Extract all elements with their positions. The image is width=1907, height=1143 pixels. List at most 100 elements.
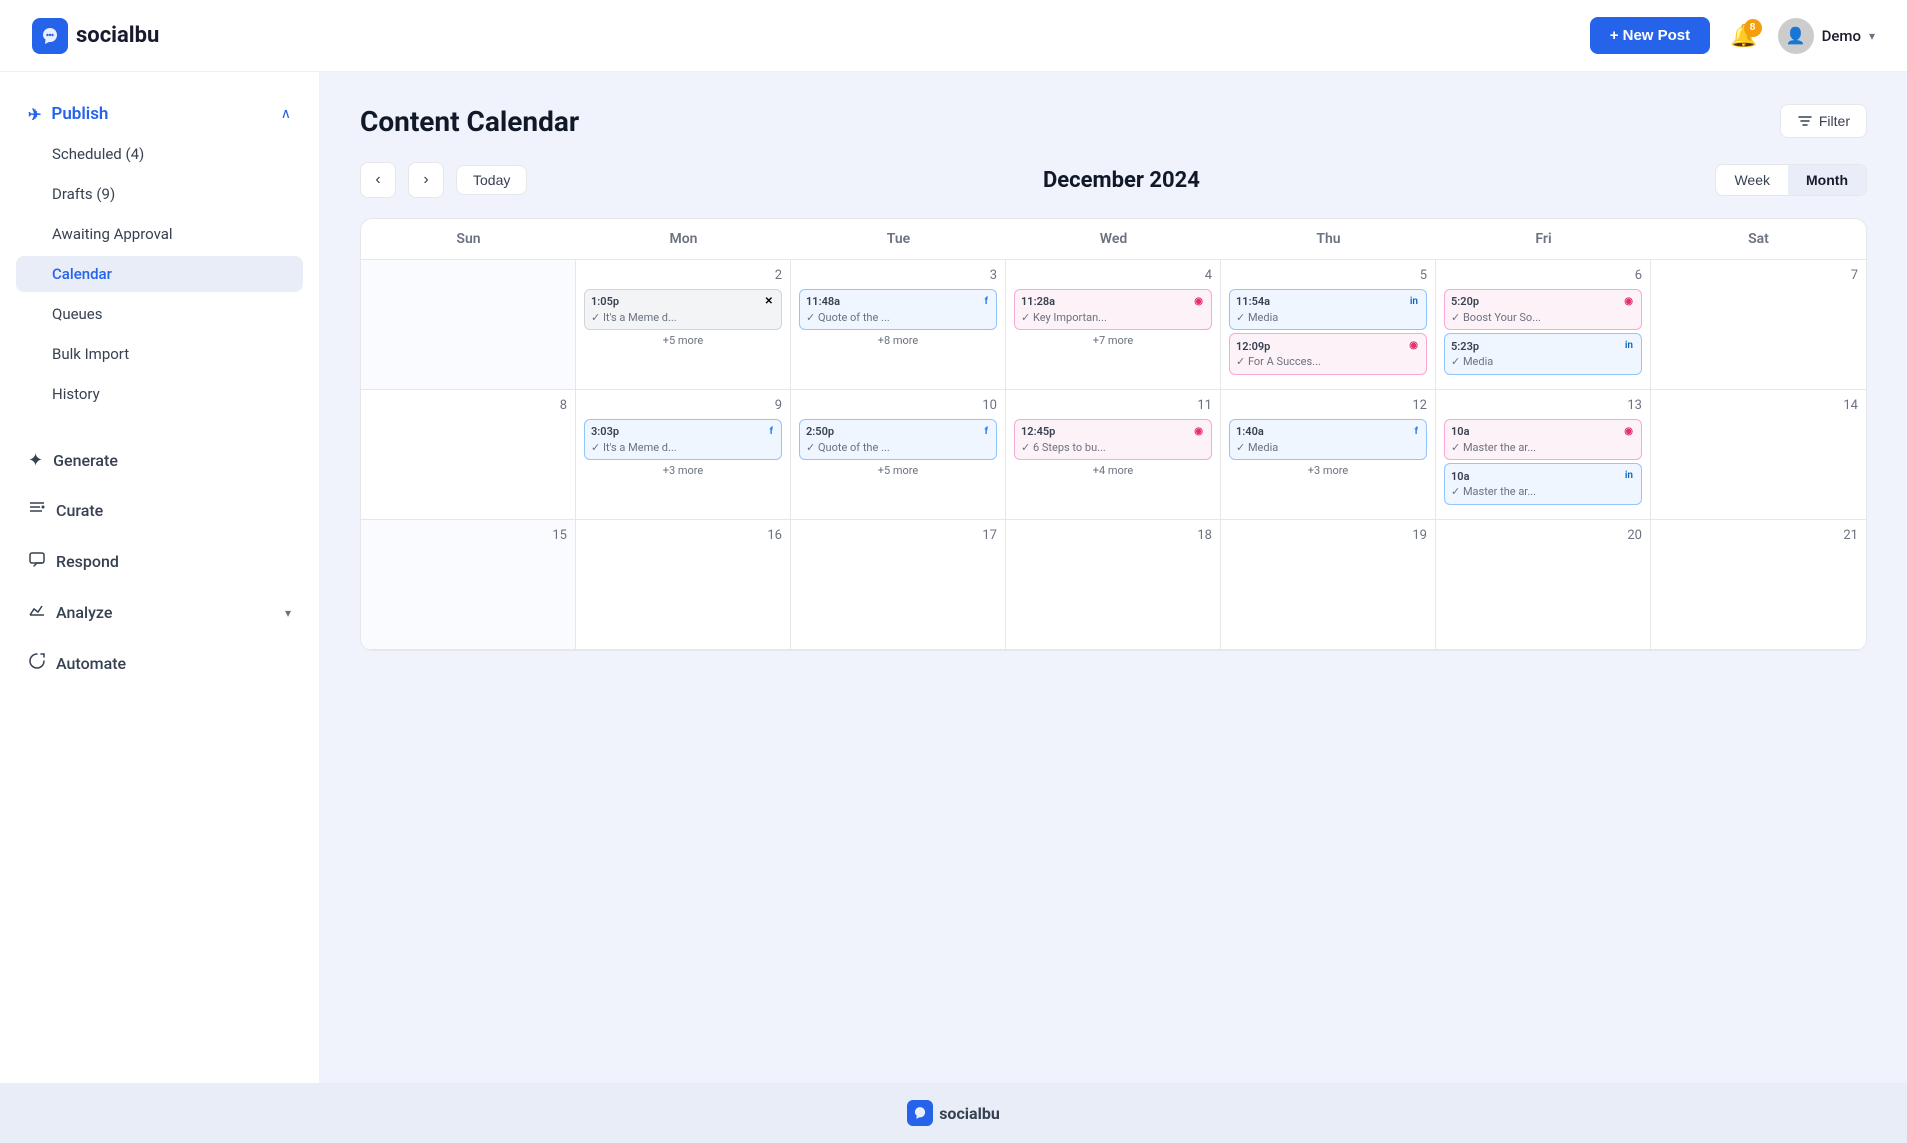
month-view-button[interactable]: Month: [1788, 165, 1866, 195]
calendar-day-12[interactable]: 12 1:40a f ✓ Media +3 more: [1221, 390, 1436, 520]
calendar-day-11[interactable]: 11 12:45p ◉ ✓ 6 Steps to bu... +4 more: [1006, 390, 1221, 520]
event-time: 5:20p ◉: [1451, 294, 1635, 310]
event-card[interactable]: 5:20p ◉ ✓ Boost Your So...: [1444, 289, 1642, 330]
more-events-link[interactable]: +5 more: [584, 334, 782, 347]
calendar-day-16[interactable]: 16: [576, 520, 791, 650]
sidebar-item-label: Scheduled (4): [52, 145, 144, 163]
calendar-day-6[interactable]: 6 5:20p ◉ ✓ Boost Your So... 5:23p in: [1436, 260, 1651, 390]
day-header-mon: Mon: [576, 219, 791, 259]
event-card[interactable]: 10a ◉ ✓ Master the ar...: [1444, 419, 1642, 460]
day-header-tue: Tue: [791, 219, 1006, 259]
more-events-link[interactable]: +7 more: [1014, 334, 1212, 347]
event-card[interactable]: 2:50p f ✓ Quote of the ...: [799, 419, 997, 460]
sidebar-item-awaiting-approval[interactable]: Awaiting Approval: [16, 216, 303, 252]
sidebar-item-generate[interactable]: ✦ Generate: [16, 440, 303, 481]
user-menu[interactable]: 👤 Demo ▾: [1778, 18, 1875, 54]
prev-month-button[interactable]: ‹: [360, 162, 396, 198]
sidebar-item-bulk-import[interactable]: Bulk Import: [16, 336, 303, 372]
sidebar-item-curate[interactable]: Curate: [16, 489, 303, 532]
sidebar-nav-label: Respond: [56, 552, 119, 571]
footer-logo-icon: [907, 1100, 933, 1126]
sidebar-item-queues[interactable]: Queues: [16, 296, 303, 332]
calendar-day-empty-row3[interactable]: 15: [361, 520, 576, 650]
day-number: 19: [1229, 528, 1427, 543]
calendar-day-3[interactable]: 3 11:48a f ✓ Quote of the ... +8 more: [791, 260, 1006, 390]
instagram-icon: ◉: [1407, 338, 1420, 354]
instagram-icon: ◉: [1622, 294, 1635, 310]
calendar-day-empty[interactable]: [361, 260, 576, 390]
page-title: Content Calendar: [360, 105, 579, 138]
calendar-day-19[interactable]: 19: [1221, 520, 1436, 650]
event-card[interactable]: 1:40a f ✓ Media: [1229, 419, 1427, 460]
day-number: 15: [369, 528, 567, 543]
day-number: 7: [1659, 268, 1858, 283]
next-month-button[interactable]: ›: [408, 162, 444, 198]
x-icon: ✕: [763, 294, 775, 310]
calendar-day-2[interactable]: 2 1:05p ✕ ✓ It's a Meme d... +5 more: [576, 260, 791, 390]
event-card[interactable]: 1:05p ✕ ✓ It's a Meme d...: [584, 289, 782, 330]
day-number: 2: [584, 268, 782, 283]
calendar-day-18[interactable]: 18: [1006, 520, 1221, 650]
sidebar-item-history[interactable]: History: [16, 376, 303, 412]
calendar-day-5[interactable]: 5 11:54a in ✓ Media 12:09p ◉ ✓ For: [1221, 260, 1436, 390]
more-events-link[interactable]: +4 more: [1014, 464, 1212, 477]
sidebar-item-analyze[interactable]: Analyze ▾: [16, 591, 303, 634]
calendar-day-7[interactable]: 7: [1651, 260, 1866, 390]
sidebar-item-automate[interactable]: Automate: [16, 642, 303, 685]
calendar-controls: ‹ › Today December 2024 Week Month: [360, 162, 1867, 198]
sidebar-publish-section[interactable]: ✈ Publish ∧: [16, 96, 303, 132]
event-card[interactable]: 11:54a in ✓ Media: [1229, 289, 1427, 330]
calendar-day-14[interactable]: 14: [1651, 390, 1866, 520]
filter-button[interactable]: Filter: [1780, 104, 1867, 138]
calendar-day-10[interactable]: 10 2:50p f ✓ Quote of the ... +5 more: [791, 390, 1006, 520]
calendar-day-17[interactable]: 17: [791, 520, 1006, 650]
calendar-grid: Sun Mon Tue Wed Thu Fri Sat 2 1:0: [360, 218, 1867, 651]
calendar-day-20[interactable]: 20: [1436, 520, 1651, 650]
linkedin-icon: in: [1623, 338, 1635, 354]
sidebar-item-respond[interactable]: Respond: [16, 540, 303, 583]
calendar-day-8[interactable]: 8: [361, 390, 576, 520]
sidebar-item-calendar[interactable]: Calendar: [16, 256, 303, 292]
event-card[interactable]: 12:45p ◉ ✓ 6 Steps to bu...: [1014, 419, 1212, 460]
event-card[interactable]: 11:28a ◉ ✓ Key Importan...: [1014, 289, 1212, 330]
more-events-link[interactable]: +3 more: [584, 464, 782, 477]
sidebar-nav-label: Curate: [56, 501, 103, 520]
event-title: ✓ Quote of the ...: [806, 310, 990, 325]
respond-icon: [28, 550, 46, 573]
calendar-day-13[interactable]: 13 10a ◉ ✓ Master the ar... 10a in: [1436, 390, 1651, 520]
day-header-wed: Wed: [1006, 219, 1221, 259]
nav-right: + New Post 🔔 8 👤 Demo ▾: [1590, 17, 1875, 54]
today-button[interactable]: Today: [456, 165, 527, 195]
event-card[interactable]: 12:09p ◉ ✓ For A Succes...: [1229, 333, 1427, 374]
day-number: 5: [1229, 268, 1427, 283]
month-title: December 2024: [539, 168, 1703, 193]
more-events-link[interactable]: +3 more: [1229, 464, 1427, 477]
event-title: ✓ Media: [1236, 440, 1420, 455]
notification-button[interactable]: 🔔 8: [1730, 23, 1757, 49]
week-view-button[interactable]: Week: [1716, 165, 1788, 195]
more-events-link[interactable]: +5 more: [799, 464, 997, 477]
event-card[interactable]: 11:48a f ✓ Quote of the ...: [799, 289, 997, 330]
event-title: ✓ It's a Meme d...: [591, 310, 775, 325]
event-title: ✓ For A Succes...: [1236, 354, 1420, 369]
event-title: ✓ Master the ar...: [1451, 440, 1635, 455]
calendar-day-4[interactable]: 4 11:28a ◉ ✓ Key Importan... +7 more: [1006, 260, 1221, 390]
day-number: 12: [1229, 398, 1427, 413]
day-header-fri: Fri: [1436, 219, 1651, 259]
event-card[interactable]: 3:03p f ✓ It's a Meme d...: [584, 419, 782, 460]
sidebar-item-scheduled[interactable]: Scheduled (4): [16, 136, 303, 172]
facebook-icon: f: [1412, 424, 1420, 440]
event-card[interactable]: 10a in ✓ Master the ar...: [1444, 463, 1642, 504]
collapse-icon: ∧: [281, 106, 291, 122]
event-card[interactable]: 5:23p in ✓ Media: [1444, 333, 1642, 374]
calendar-day-21[interactable]: 21: [1651, 520, 1866, 650]
event-title: ✓ Key Importan...: [1021, 310, 1205, 325]
logo-area[interactable]: socialbu: [32, 18, 159, 54]
event-time: 11:28a ◉: [1021, 294, 1205, 310]
new-post-button[interactable]: + New Post: [1590, 17, 1710, 54]
more-events-link[interactable]: +8 more: [799, 334, 997, 347]
calendar-day-9[interactable]: 9 3:03p f ✓ It's a Meme d... +3 more: [576, 390, 791, 520]
event-time: 2:50p f: [806, 424, 990, 440]
sidebar-item-drafts[interactable]: Drafts (9): [16, 176, 303, 212]
sidebar-item-label: Awaiting Approval: [52, 225, 173, 243]
